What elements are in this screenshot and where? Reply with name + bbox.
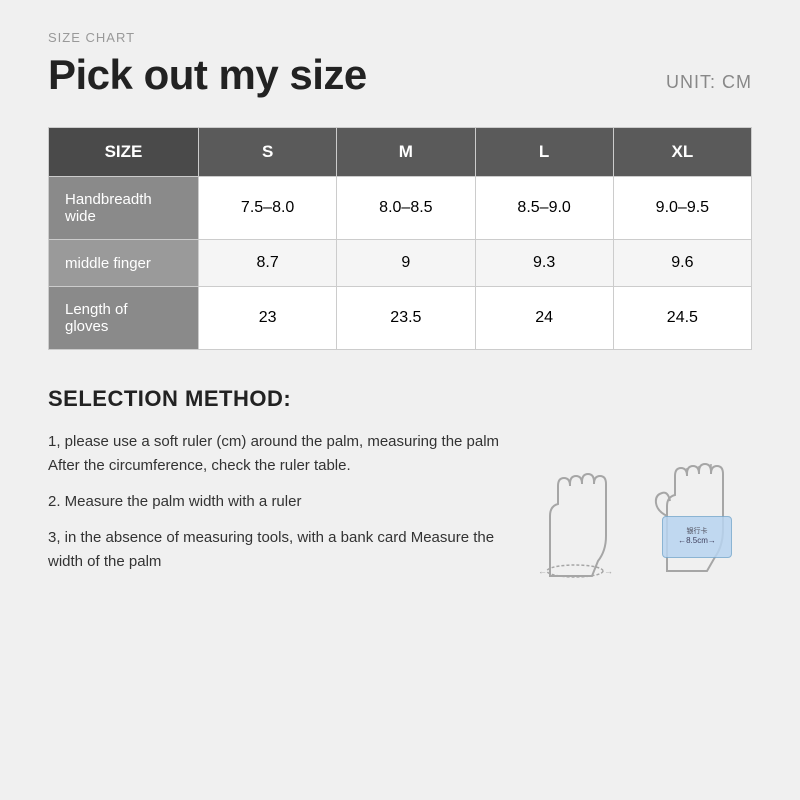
table-row: middle finger 8.7 9 9.3 9.6 bbox=[49, 240, 752, 287]
unit-label: UNIT: CM bbox=[666, 72, 752, 99]
step-3: 3, in the absence of measuring tools, wi… bbox=[48, 526, 500, 574]
cell-middle-xl: 9.6 bbox=[613, 240, 751, 287]
glove-card-wrapper: 银行卡←8.5cm→ bbox=[642, 451, 752, 586]
cell-middle-s: 8.7 bbox=[199, 240, 337, 287]
row-label-handbreadth: Handbreadthwide bbox=[49, 177, 199, 240]
step-1: 1, please use a soft ruler (cm) around t… bbox=[48, 430, 500, 478]
size-table: SIZE S M L XL Handbreadthwide 7.5–8.0 8.… bbox=[48, 127, 752, 350]
cell-handbreadth-l: 8.5–9.0 bbox=[475, 177, 613, 240]
glove-circumference-icon: ← → bbox=[520, 456, 630, 586]
size-chart-label: SIZE CHART bbox=[48, 30, 752, 45]
instructions-text: 1, please use a soft ruler (cm) around t… bbox=[48, 430, 500, 586]
cell-handbreadth-xl: 9.0–9.5 bbox=[613, 177, 751, 240]
step-2: 2. Measure the palm width with a ruler bbox=[48, 490, 500, 514]
col-m: M bbox=[337, 128, 475, 177]
selection-method-section: SELECTION METHOD: 1, please use a soft r… bbox=[48, 386, 752, 586]
bank-card-text: 银行卡←8.5cm→ bbox=[678, 527, 716, 546]
selection-title: SELECTION METHOD: bbox=[48, 386, 752, 412]
svg-text:→: → bbox=[604, 566, 613, 576]
bottom-section: 1, please use a soft ruler (cm) around t… bbox=[48, 430, 752, 586]
cell-handbreadth-s: 7.5–8.0 bbox=[199, 177, 337, 240]
col-size: SIZE bbox=[49, 128, 199, 177]
cell-length-m: 23.5 bbox=[337, 287, 475, 350]
cell-middle-m: 9 bbox=[337, 240, 475, 287]
row-label-length: Length ofgloves bbox=[49, 287, 199, 350]
svg-text:←: ← bbox=[538, 566, 547, 576]
row-label-middle-finger: middle finger bbox=[49, 240, 199, 287]
col-l: L bbox=[475, 128, 613, 177]
cell-middle-l: 9.3 bbox=[475, 240, 613, 287]
cell-length-xl: 24.5 bbox=[613, 287, 751, 350]
table-row: Length ofgloves 23 23.5 24 24.5 bbox=[49, 287, 752, 350]
table-row: Handbreadthwide 7.5–8.0 8.0–8.5 8.5–9.0 … bbox=[49, 177, 752, 240]
instructions: 1, please use a soft ruler (cm) around t… bbox=[48, 430, 500, 574]
table-header-row: SIZE S M L XL bbox=[49, 128, 752, 177]
page-container: SIZE CHART Pick out my size UNIT: CM SIZ… bbox=[0, 0, 800, 800]
col-xl: XL bbox=[613, 128, 751, 177]
header-row: Pick out my size UNIT: CM bbox=[48, 51, 752, 99]
col-s: S bbox=[199, 128, 337, 177]
bank-card: 银行卡←8.5cm→ bbox=[662, 516, 732, 558]
glove-illustration: ← → bbox=[520, 451, 752, 586]
cell-length-l: 24 bbox=[475, 287, 613, 350]
cell-length-s: 23 bbox=[199, 287, 337, 350]
size-chart-label-wrapper: SIZE CHART Pick out my size UNIT: CM bbox=[48, 30, 752, 99]
cell-handbreadth-m: 8.0–8.5 bbox=[337, 177, 475, 240]
page-title: Pick out my size bbox=[48, 51, 367, 99]
